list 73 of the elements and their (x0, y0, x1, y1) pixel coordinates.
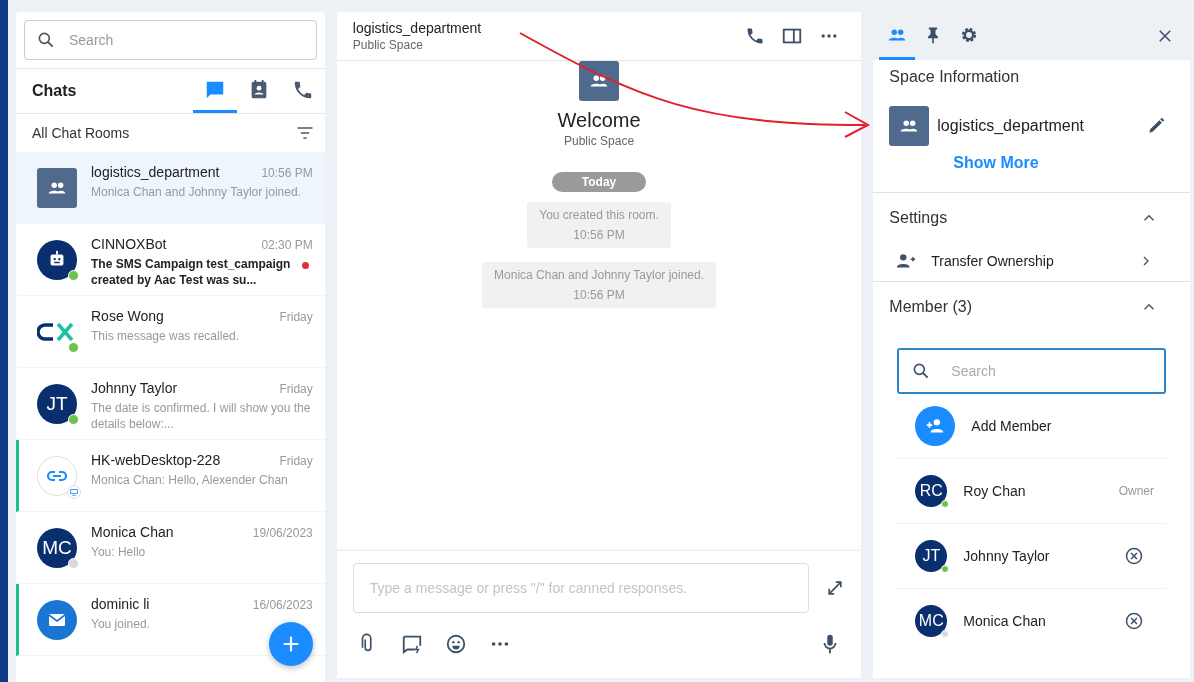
chat-time: Friday (279, 454, 313, 468)
close-icon[interactable] (1156, 27, 1174, 45)
chat-preview: Monica Chan: Hello, Alexender Chan (91, 472, 289, 488)
edit-pencil-icon[interactable] (1146, 116, 1166, 136)
initials-avatar: RC (915, 475, 948, 507)
chat-list-item[interactable]: logistics_department 10:56 PM Monica Chan and Johnny Taylor joined. (16, 152, 325, 224)
chat-preview: Monica Chan and Johnny Taylor joined. (91, 184, 302, 200)
chat-preview: The date is confirmed. I will show you the details below:... (91, 400, 312, 432)
chat-time: Friday (279, 310, 313, 324)
system-message-text: You created this room. (539, 208, 659, 222)
add-member-item[interactable]: Add Member (897, 394, 1166, 459)
chat-time: 02:30 PM (261, 238, 313, 252)
member-name: Johnny Taylor (963, 548, 1051, 564)
chat-list-item[interactable]: JT Johnny Taylor Friday The date is confirmed. I will show you the details below:... (16, 368, 325, 440)
group-avatar-icon (37, 168, 77, 208)
member-search-field[interactable]: Search (897, 348, 1166, 394)
chat-preview: This message was recalled. (91, 328, 241, 344)
new-chat-button[interactable] (268, 622, 313, 666)
group-avatar-icon (889, 106, 930, 146)
chat-name: HK-webDesktop-228 (91, 452, 221, 468)
member-name: Roy Chan (963, 483, 1027, 499)
welcome-subtitle: Public Space (564, 134, 635, 148)
chat-list-item[interactable]: CINNOXBot 02:30 PM The SMS Campaign test_campaign created by Aac Test was su... (16, 224, 325, 296)
section-heading: Member (3) (889, 298, 972, 316)
search-icon (36, 30, 56, 50)
chat-time: 10:56 PM (261, 166, 313, 180)
settings-item-label: Transfer Ownership (931, 253, 1055, 269)
section-heading: Settings (889, 209, 948, 227)
chat-name: Johnny Taylor (91, 380, 178, 396)
chat-preview: You joined. (91, 616, 151, 632)
space-name: logistics_department (937, 117, 1086, 135)
chat-list-item[interactable]: Rose Wong Friday This message was recalled. (16, 296, 325, 368)
chat-preview: You: Hello (91, 544, 147, 560)
filter-label: All Chat Rooms (32, 125, 130, 141)
member-role: Owner (1118, 484, 1154, 498)
chat-name: dominic li (91, 596, 150, 612)
chat-name: Monica Chan (91, 524, 174, 540)
system-message-time: 10:56 PM (573, 288, 625, 302)
member-name: Monica Chan (963, 613, 1047, 629)
section-heading: Space Information (889, 68, 1021, 86)
conversation-subtitle: Public Space (352, 38, 424, 52)
chat-name: logistics_department (91, 164, 220, 180)
initials-avatar: JT (915, 540, 948, 572)
remove-icon[interactable] (1124, 546, 1144, 566)
quick-reply-icon[interactable] (400, 633, 423, 655)
initials-avatar: MC (915, 605, 948, 637)
add-member-label: Add Member (971, 418, 1053, 434)
chat-name: CINNOXBot (91, 236, 167, 252)
conversation-title: logistics_department (352, 20, 482, 36)
transfer-ownership-item[interactable]: Transfer Ownership (889, 243, 1174, 279)
system-message-text: Monica Chan and Johnny Taylor joined. (494, 268, 704, 282)
chat-list-item[interactable]: HK-webDesktop-228 Friday Monica Chan: Hello, Alexender Chan (16, 440, 325, 512)
panel-title: Chats (32, 82, 78, 100)
system-message-time: 10:56 PM (573, 228, 625, 242)
unread-dot (301, 262, 309, 269)
remove-icon[interactable] (1124, 611, 1144, 631)
mail-avatar-icon (37, 600, 77, 640)
add-person-icon (915, 406, 956, 446)
welcome-heading: Welcome (557, 109, 641, 132)
chat-time: 16/06/2023 (252, 598, 313, 612)
date-chip: Today (551, 172, 647, 192)
search-field[interactable]: Search (24, 20, 317, 60)
phone-icon[interactable] (745, 26, 766, 46)
initials-avatar: JT (37, 384, 77, 424)
chat-time: 19/06/2023 (252, 526, 313, 540)
chat-name: Rose Wong (91, 308, 164, 324)
robot-avatar-icon (37, 240, 77, 280)
chat-time: Friday (279, 382, 313, 396)
message-input[interactable]: Type a message or press "/" for canned responses. (352, 563, 810, 613)
emoji-icon[interactable] (444, 633, 467, 655)
chat-list-item[interactable]: MC Monica Chan 19/06/2023 You: Hello (16, 512, 325, 584)
chat-preview: The SMS Campaign test_campaign created by Aac Test was su... (91, 256, 292, 288)
initials-avatar: MC (37, 528, 77, 568)
